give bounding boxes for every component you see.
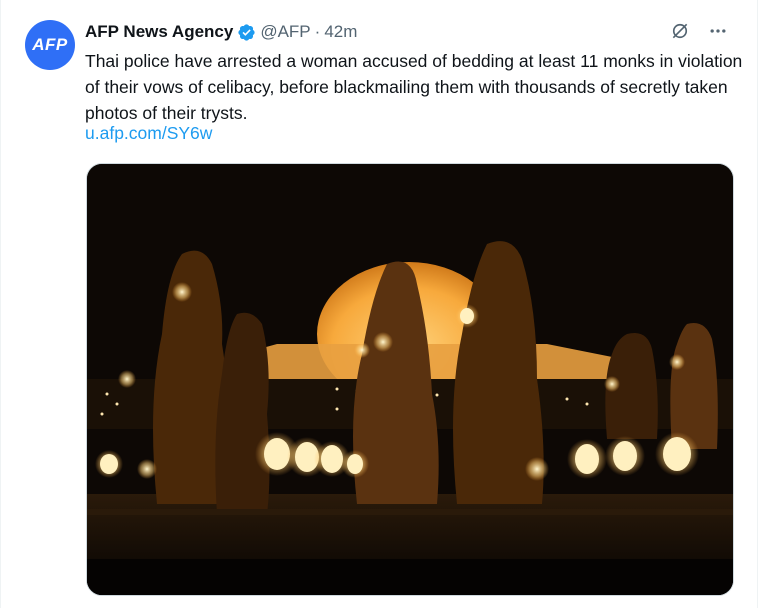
- tweet-header: AFP News Agency @AFP · 42m: [85, 20, 357, 44]
- tweet-text: Thai police have arrested a woman accuse…: [85, 51, 743, 123]
- grok-icon[interactable]: [669, 20, 691, 42]
- tweet-actions-top: [669, 20, 729, 42]
- verified-badge-icon: [238, 23, 255, 41]
- tweet-card[interactable]: AFP AFP News Agency @AFP · 42m Thai poli…: [0, 0, 758, 608]
- separator-dot: ·: [314, 22, 321, 41]
- timestamp[interactable]: 42m: [324, 22, 357, 42]
- author-handle[interactable]: @AFP: [260, 22, 310, 42]
- tweet-link[interactable]: u.afp.com/SY6w: [85, 123, 212, 144]
- photo-monks-candles: [87, 164, 733, 595]
- tweet-media-photo[interactable]: [86, 163, 734, 596]
- author-name[interactable]: AFP News Agency: [85, 22, 233, 42]
- avatar[interactable]: AFP: [25, 20, 75, 70]
- avatar-text: AFP: [32, 35, 68, 54]
- more-icon[interactable]: [707, 20, 729, 42]
